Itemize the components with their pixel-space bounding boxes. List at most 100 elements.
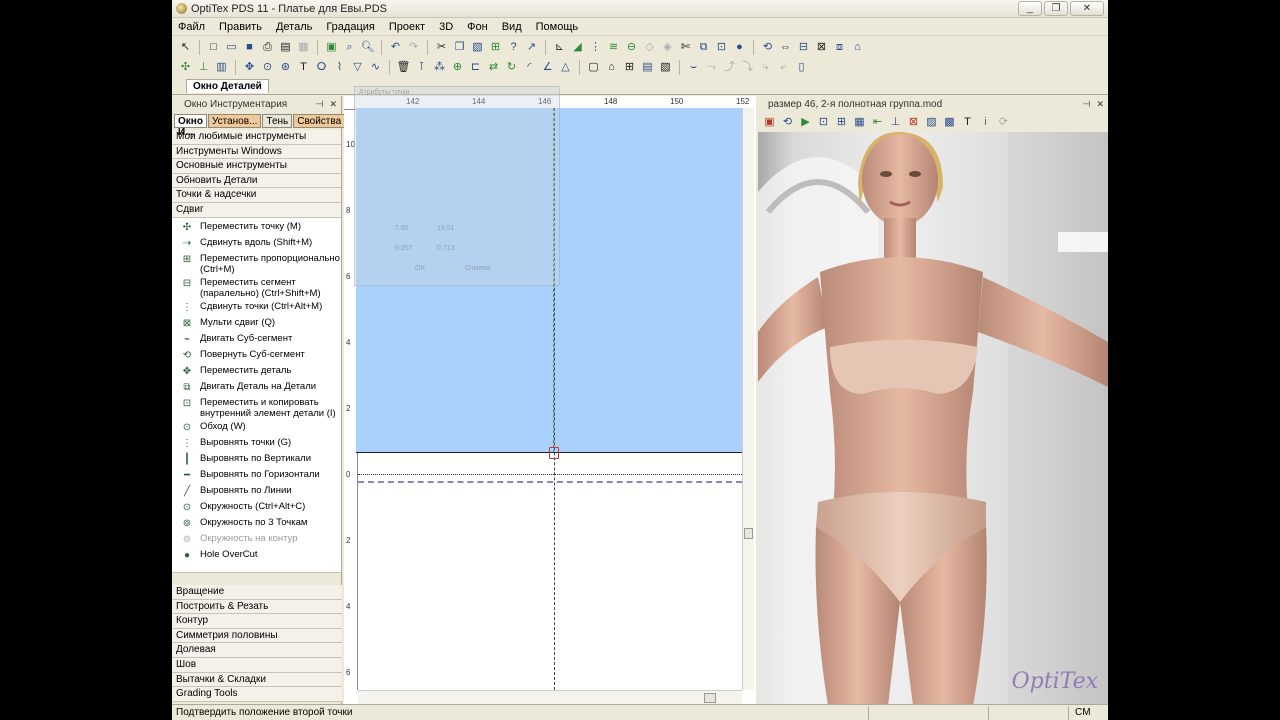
tool-disabled-a-icon[interactable]: ⤳ (704, 60, 719, 75)
3d-avatar-viewport[interactable]: OptiTex (758, 132, 1108, 706)
refresh-icon[interactable]: ↻ (504, 60, 519, 75)
disabled-tool-icon[interactable]: ◇ (642, 40, 657, 55)
category-top-5[interactable]: Сдвиг (172, 202, 341, 218)
disabled-tool2-icon[interactable]: ◈ (660, 40, 675, 55)
3d-disabled-icon[interactable]: ⟳ (996, 115, 1011, 130)
mirror-icon[interactable]: ⵔ (314, 60, 329, 75)
3d-side-icon[interactable]: ⊞ (834, 115, 849, 130)
wave-icon[interactable]: ∿ (368, 60, 383, 75)
hscroll-thumb[interactable] (704, 693, 716, 703)
category-top-0[interactable]: Мои любимые инструменты (172, 130, 341, 145)
menu-view[interactable]: Вид (502, 21, 522, 33)
tool-item[interactable]: ⇢ Сдвинуть вдоль (Shift+M) (172, 236, 341, 252)
redo-icon[interactable]: ↷ (406, 40, 421, 55)
sizes-icon[interactable]: ⊞ (622, 60, 637, 75)
group-icon[interactable]: ⊡ (714, 40, 729, 55)
snap-icon[interactable]: ⊞ (488, 40, 503, 55)
tab-shadow[interactable]: Тень (262, 114, 293, 128)
category-bottom-0[interactable]: Вращение (172, 585, 342, 600)
tool-item[interactable]: ⊙ Обход (W) (172, 420, 341, 436)
zoom-icon[interactable]: 🔍︎ (360, 40, 375, 55)
new-file-icon[interactable]: □ (206, 40, 221, 55)
category-top-3[interactable]: Обновить Детали (172, 173, 341, 189)
flip-icon[interactable]: ⇄ (486, 60, 501, 75)
circle-tool-icon[interactable]: ⊙ (260, 60, 275, 75)
tool-item[interactable]: ╱ Выровнять по Линии (172, 484, 341, 500)
house-icon[interactable]: ⌂ (604, 60, 619, 75)
close-3d-icon[interactable]: ✕ (1096, 99, 1104, 110)
sew-icon[interactable]: ⊟ (796, 40, 811, 55)
globe-icon[interactable]: ⊛ (278, 60, 293, 75)
3d-camera-icon[interactable]: ▩ (942, 115, 957, 130)
tool-item[interactable]: ⊟ Переместить сегмент (паралельно) (Ctrl+… (172, 276, 341, 300)
import-icon[interactable]: ▣ (324, 40, 339, 55)
copy-icon[interactable]: ❐ (452, 40, 467, 55)
point-tool-icon[interactable]: ✣ (178, 60, 193, 75)
3d-texture-icon[interactable]: ▨ (924, 115, 939, 130)
tag-icon[interactable]: ⌂ (850, 40, 865, 55)
tool-item[interactable]: ⊚ Окружность по 3 Точкам (172, 516, 341, 532)
pointer-icon[interactable]: ↖ (178, 40, 193, 55)
print-icon[interactable]: ⎙ (260, 40, 275, 55)
tool-item[interactable]: ━ Выровнять по Горизонтали (172, 468, 341, 484)
piece-tool-icon[interactable]: ▥ (214, 60, 229, 75)
curve-icon[interactable]: ⌣ (686, 60, 701, 75)
dart-icon[interactable]: ▽ (350, 60, 365, 75)
category-bottom-6[interactable]: Вытачки & Складки (172, 672, 342, 688)
tool-item[interactable]: ⊡ Переместить и копировать внутренний эле… (172, 396, 341, 420)
category-bottom-7[interactable]: Grading Tools (172, 687, 342, 702)
sphere-icon[interactable]: ● (732, 40, 747, 55)
measure-icon[interactable]: ⊾ (552, 40, 567, 55)
menu-grading[interactable]: Градация (326, 21, 375, 33)
minimize-button[interactable]: _ (1018, 1, 1042, 16)
frame-icon[interactable]: ▢ (586, 60, 601, 75)
category-top-4[interactable]: Точки & надсечки (172, 188, 341, 203)
tool-item[interactable]: ⌁ Двигать Суб-сегмент (172, 332, 341, 348)
whats-this-icon[interactable]: ↗ (524, 40, 539, 55)
cut-icon[interactable]: ✂ (434, 40, 449, 55)
select-window-icon[interactable]: ⊠ (814, 40, 829, 55)
triangle-icon[interactable]: △ (558, 60, 573, 75)
category-bottom-5[interactable]: Шов (172, 657, 342, 673)
notch-icon[interactable]: ⊥ (196, 60, 211, 75)
contour-icon[interactable]: ⌇ (332, 60, 347, 75)
tool-item[interactable]: ⟲ Повернуть Суб-сегмент (172, 348, 341, 364)
text-tool-icon[interactable]: T (296, 60, 311, 75)
tool-disabled-c-icon[interactable]: ⤵ (740, 60, 755, 75)
horizontal-scrollbar[interactable] (358, 690, 742, 704)
3d-info-icon[interactable]: i (978, 115, 993, 130)
tab-tools-window[interactable]: Окно И... (174, 114, 207, 138)
pattern-canvas[interactable]: 142 144 146 148 150 152 10 8 6 4 2 0 2 4 6 Атрибуты т… (344, 86, 756, 706)
menu-piece[interactable]: Деталь (276, 21, 312, 33)
sheet-icon[interactable]: ▯ (794, 60, 809, 75)
tool-item[interactable]: ⊠ Мульти сдвиг (Q) (172, 316, 341, 332)
paste-icon[interactable]: ▧ (470, 40, 485, 55)
menu-background[interactable]: Фон (467, 21, 488, 33)
help-icon[interactable]: ? (506, 40, 521, 55)
tool-item[interactable]: ┃ Выровнять по Вертикали (172, 452, 341, 468)
tool-item[interactable]: ⊙ Окружность (Ctrl+Alt+C) (172, 500, 341, 516)
pin-3d-icon[interactable]: ⊣ (1083, 99, 1091, 110)
menu-help[interactable]: Помощь (536, 21, 579, 33)
plot-icon[interactable]: ▤ (278, 40, 293, 55)
3d-axis-icon[interactable]: ⊥ (888, 115, 903, 130)
note-icon[interactable]: ▧ (658, 60, 673, 75)
delete-icon[interactable]: 🗑︎ (396, 60, 411, 75)
grid-icon[interactable]: ⋮ (588, 40, 603, 55)
add-point-icon[interactable]: ⊕ (450, 60, 465, 75)
category-top-1[interactable]: Инструменты Windows (172, 144, 341, 160)
angle-icon[interactable]: ∠ (540, 60, 555, 75)
3d-grid-icon[interactable]: ▦ (852, 115, 867, 130)
rotate-icon[interactable]: ⟲ (760, 40, 775, 55)
layers-icon[interactable]: ≋ (606, 40, 621, 55)
menu-file[interactable]: Файл (178, 21, 205, 33)
menu-edit[interactable]: Править (219, 21, 262, 33)
close-panel-icon[interactable]: ✕ (329, 99, 337, 110)
3d-select-icon[interactable]: ▣ (762, 115, 777, 130)
3d-selection-box-icon[interactable]: ⊠ (906, 115, 921, 130)
category-bottom-4[interactable]: Долевая (172, 643, 342, 658)
3d-front-icon[interactable]: ⊡ (816, 115, 831, 130)
category-bottom-3[interactable]: Симметрия половины (172, 628, 342, 644)
category-bottom-1[interactable]: Построить & Резать (172, 599, 342, 615)
pin-panel-icon[interactable]: ⊣ (316, 99, 324, 110)
